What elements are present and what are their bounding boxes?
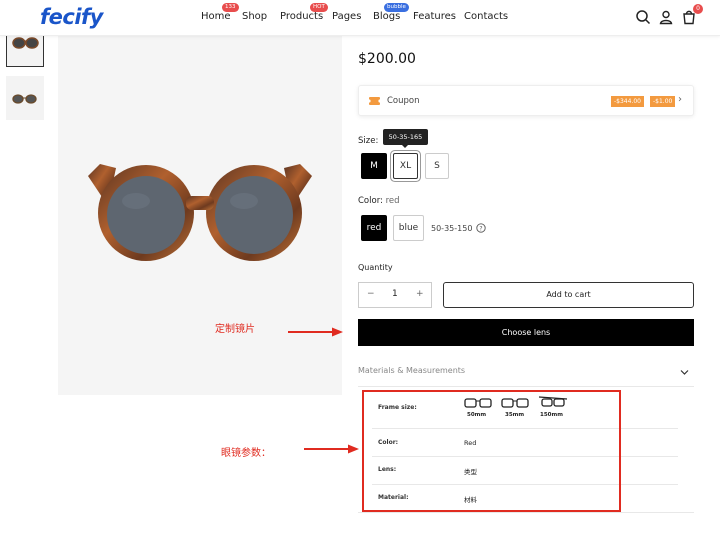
- nav-label: Features: [413, 11, 456, 22]
- nav-label: Shop: [242, 11, 268, 22]
- nav-contacts[interactable]: Contacts: [464, 11, 508, 22]
- site-header: fecify Home 133 Shop Products HOT Pages …: [0, 0, 720, 36]
- product-main-image: [58, 36, 342, 395]
- nav-label: Products: [280, 11, 324, 22]
- add-to-cart-button[interactable]: Add to cart: [443, 282, 694, 308]
- color-option-blue[interactable]: blue: [393, 215, 424, 241]
- color-measure: 50-35-150: [431, 224, 473, 233]
- logo[interactable]: fecify: [40, 5, 103, 29]
- nav-products[interactable]: Products HOT: [280, 3, 328, 22]
- color-option-red[interactable]: red: [361, 215, 387, 241]
- coupon-row[interactable]: Coupon -$344.00 -$1.00 ›: [358, 85, 694, 116]
- choose-lens-button[interactable]: Choose lens: [358, 319, 694, 346]
- nav-label: Blogs: [373, 11, 401, 22]
- divider: [358, 512, 694, 513]
- specs-highlight-box: [362, 390, 621, 512]
- size-option-xl[interactable]: XL: [393, 153, 418, 179]
- quantity-stepper: − 1 +: [358, 282, 432, 308]
- search-icon[interactable]: [635, 9, 651, 25]
- product-price: $200.00: [358, 51, 416, 67]
- annotation-arrow-icon: [304, 444, 359, 454]
- svg-text:?: ?: [479, 225, 482, 232]
- nav-home[interactable]: Home 133: [201, 3, 239, 22]
- nav-label: Pages: [332, 11, 362, 22]
- size-label: Size:: [358, 136, 379, 146]
- annotation-lens: 定制镜片: [215, 324, 255, 335]
- nav-label: Contacts: [464, 11, 509, 22]
- quantity-value[interactable]: 1: [392, 289, 398, 299]
- quantity-label: Quantity: [358, 263, 393, 272]
- nav-label: Home: [201, 11, 231, 22]
- quantity-decrease-button[interactable]: −: [367, 289, 375, 299]
- color-value: red: [385, 196, 400, 206]
- nav-badge: HOT: [310, 3, 328, 12]
- coupon-tag: -$344.00: [611, 96, 644, 107]
- coupon-label: Coupon: [387, 96, 420, 106]
- nav-blogs[interactable]: Blogs bubble: [373, 3, 409, 22]
- sunglasses-thumbnail-image: [12, 94, 37, 104]
- divider: [358, 386, 694, 387]
- quantity-increase-button[interactable]: +: [416, 289, 424, 299]
- coupon-tag: -$1.00: [650, 96, 676, 107]
- materials-heading[interactable]: Materials & Measurements: [358, 366, 465, 375]
- help-icon[interactable]: ?: [476, 223, 486, 233]
- nav-pages[interactable]: Pages: [332, 11, 361, 22]
- user-icon[interactable]: [658, 9, 674, 25]
- nav-badge: bubble: [384, 3, 409, 12]
- annotation-params: 眼镜参数：: [221, 448, 271, 459]
- size-tooltip: 50-35-165: [383, 129, 428, 148]
- thumbnail-2[interactable]: [6, 76, 44, 120]
- nav-features[interactable]: Features: [413, 11, 456, 22]
- sunglasses-image: [88, 164, 312, 261]
- size-option-s[interactable]: S: [425, 153, 449, 179]
- nav-shop[interactable]: Shop: [242, 11, 267, 22]
- color-label: Color: red: [358, 196, 400, 206]
- coupon-icon: [369, 97, 380, 105]
- chevron-down-icon[interactable]: [680, 369, 689, 376]
- chevron-right-icon: ›: [678, 94, 682, 105]
- cart-count-badge: 0: [693, 4, 703, 14]
- nav-badge: 133: [222, 3, 239, 12]
- size-option-m[interactable]: M: [361, 153, 387, 179]
- annotation-arrow-icon: [288, 327, 343, 337]
